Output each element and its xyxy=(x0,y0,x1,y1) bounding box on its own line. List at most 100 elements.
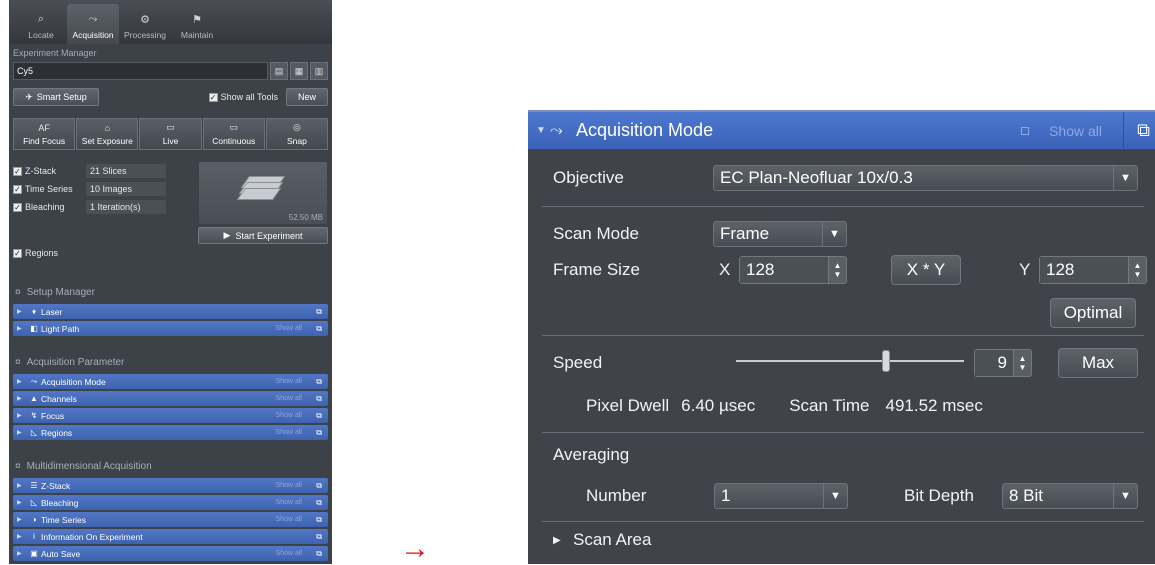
spin-arrows-icon[interactable]: ▲ ▼ xyxy=(1128,257,1146,283)
undock-icon[interactable]: ⧉ xyxy=(316,481,322,491)
acquire-toolbar: AF Find Focus ⌂ Set Exposure ▭ Live ▭ Co… xyxy=(13,118,329,150)
divider xyxy=(542,335,1144,336)
tool-bar-regions[interactable]: ▶ ◺ Regions Show all ⧉ xyxy=(13,425,328,440)
time-series-checkbox[interactable]: ✓ Time Series xyxy=(13,184,83,194)
tool-bar-acquisition-mode[interactable]: ▶ ⤳ Acquisition Mode Show all ⧉ xyxy=(13,374,328,389)
multidimensional-acquisition-title[interactable]: ¤ Multidimensional Acquisition xyxy=(9,456,332,476)
expand-arrow-icon[interactable]: ▶ xyxy=(17,412,27,419)
spin-arrows-icon[interactable]: ▲ ▼ xyxy=(828,257,846,283)
speed-stepper[interactable]: 9 ▲ ▼ xyxy=(974,349,1032,377)
tool-bar-channels[interactable]: ▶ ▲ Channels Show all ⧉ xyxy=(13,391,328,406)
tool-label: Auto Save xyxy=(41,548,81,559)
expand-arrow-icon[interactable]: ▶ xyxy=(17,325,27,332)
objective-dropdown[interactable]: EC Plan-Neofluar 10x/0.3 ▼ xyxy=(713,165,1138,191)
tool-bar-light-path[interactable]: ▶ ◧ Light Path Show all ⧉ xyxy=(13,321,328,336)
x-label: X xyxy=(719,260,731,279)
frame-y-stepper[interactable]: 128 ▲ ▼ xyxy=(1039,256,1147,284)
show-all-label[interactable]: Show all xyxy=(276,550,302,557)
dimension-value: 1 Iteration(s) xyxy=(86,200,166,214)
speed-slider-handle[interactable] xyxy=(882,350,891,372)
tool-bar-bleaching[interactable]: ▶ ◺ Bleaching Show all ⧉ xyxy=(13,495,328,510)
dimension-value: 10 Images xyxy=(86,182,166,196)
undock-icon[interactable]: ⧉ xyxy=(316,549,322,559)
tab-maintain[interactable]: ⚑ Maintain xyxy=(171,4,223,44)
bit-depth-label: Bit Depth xyxy=(904,486,974,505)
expand-arrow-icon[interactable]: ▶ xyxy=(553,535,573,546)
show-all-label[interactable]: Show all xyxy=(276,516,302,523)
expand-arrow-icon[interactable]: ▶ xyxy=(17,482,27,489)
z-stack-checkbox[interactable]: ✓ Z-Stack xyxy=(13,166,83,176)
tab-processing[interactable]: ⚙ Processing xyxy=(119,4,171,44)
tab-acquisition[interactable]: ⤳ Acquisition xyxy=(67,4,119,44)
show-all-label[interactable]: Show all xyxy=(276,412,302,419)
acquisition-mode-header[interactable]: ▼ ⤳ Acquisition Mode Show all ⧉ xyxy=(528,112,1155,150)
show-all-label[interactable]: Show all xyxy=(276,499,302,506)
expand-arrow-icon[interactable]: ▶ xyxy=(17,429,27,436)
undock-icon[interactable]: ⧉ xyxy=(316,428,322,438)
undock-icon[interactable]: ⧉ xyxy=(316,532,322,542)
expand-arrow-icon[interactable]: ▶ xyxy=(17,378,27,385)
tab-locate[interactable]: ⌕ Locate xyxy=(15,4,67,44)
stack-layers-icon xyxy=(236,176,287,206)
undock-icon[interactable]: ⧉ xyxy=(316,515,322,525)
setup-manager-list: ▶ ♦ Laser ⧉ ▶ ◧ Light Path Show all ⧉ xyxy=(9,304,332,336)
regions-checkbox[interactable]: ✓ Regions xyxy=(13,248,58,258)
show-all-label[interactable]: Show all xyxy=(276,378,302,385)
show-all-label[interactable]: Show all xyxy=(276,482,302,489)
expand-arrow-icon[interactable]: ▶ xyxy=(17,516,27,523)
setup-manager-title[interactable]: ¤ Setup Manager xyxy=(9,282,332,302)
tool-bar-laser[interactable]: ▶ ♦ Laser ⧉ xyxy=(13,304,328,319)
frame-x-stepper[interactable]: 128 ▲ ▼ xyxy=(739,256,847,284)
show-all-toggle[interactable]: Show all xyxy=(1021,123,1102,139)
continuous-button[interactable]: ▭ Continuous xyxy=(202,118,265,150)
speed-slider-track[interactable] xyxy=(736,360,964,362)
delete-icon[interactable]: ▥ xyxy=(310,62,328,80)
collapse-arrow-icon[interactable]: ▼ xyxy=(536,125,550,136)
undock-icon[interactable]: ⧉ xyxy=(316,377,322,387)
expand-arrow-icon[interactable]: ▶ xyxy=(17,533,27,540)
save-icon[interactable]: ▦ xyxy=(290,62,308,80)
tool-bar-time-series[interactable]: ▶ ◑ Time Series Show all ⧉ xyxy=(13,512,328,527)
tool-bar-focus[interactable]: ▶ ↯ Focus Show all ⧉ xyxy=(13,408,328,423)
scan-area-row[interactable]: ▶ Scan Area xyxy=(528,522,1155,558)
optimal-button[interactable]: Optimal xyxy=(1050,298,1136,328)
expand-arrow-icon[interactable]: ▶ xyxy=(17,395,27,402)
show-all-tools-checkbox[interactable]: ✓ Show all Tools xyxy=(208,92,278,102)
play-icon: ▶ xyxy=(223,230,231,240)
acquisition-parameter-title[interactable]: ¤ Acquisition Parameter xyxy=(9,352,332,372)
tool-bar-auto-save[interactable]: ▶ ▣ Auto Save Show all ⧉ xyxy=(13,546,328,561)
show-all-label[interactable]: Show all xyxy=(276,325,302,332)
bleaching-checkbox[interactable]: ✓ Bleaching xyxy=(13,202,83,212)
live-button[interactable]: ▭ Live xyxy=(139,118,202,150)
undock-icon[interactable]: ⧉ xyxy=(316,324,322,334)
dimension-z-stack: ✓ Z-Stack 21 Slices xyxy=(13,162,199,180)
show-all-label[interactable]: Show all xyxy=(276,395,302,402)
new-button[interactable]: New xyxy=(286,88,328,106)
expand-arrow-icon[interactable]: ▶ xyxy=(17,499,27,506)
undock-icon[interactable]: ⧉ xyxy=(316,307,322,317)
experiment-name-input[interactable] xyxy=(13,62,268,80)
scan-mode-dropdown[interactable]: Frame ▼ xyxy=(713,221,847,247)
start-experiment-label: Start Experiment xyxy=(235,230,303,241)
spin-arrows-icon[interactable]: ▲ ▼ xyxy=(1013,350,1031,376)
x-times-y-button[interactable]: X * Y xyxy=(891,255,961,285)
averaging-number-dropdown[interactable]: 1 ▼ xyxy=(714,483,848,509)
bit-depth-dropdown[interactable]: 8 Bit ▼ xyxy=(1002,483,1138,509)
tool-bar-information-on-experiment[interactable]: ▶ i Information On Experiment ⧉ xyxy=(13,529,328,544)
set-exposure-button[interactable]: ⌂ Set Exposure xyxy=(76,118,139,150)
smart-setup-button[interactable]: ✈ Smart Setup xyxy=(13,88,99,106)
undock-icon[interactable]: ⧉ xyxy=(1137,120,1150,141)
start-experiment-button[interactable]: ▶ Start Experiment xyxy=(198,227,328,244)
find-focus-button[interactable]: AF Find Focus xyxy=(13,118,76,150)
snap-button[interactable]: ◎ Snap xyxy=(265,118,329,150)
show-all-checkbox[interactable] xyxy=(1021,126,1030,135)
expand-arrow-icon[interactable]: ▶ xyxy=(17,308,27,315)
undock-icon[interactable]: ⧉ xyxy=(316,394,322,404)
max-button[interactable]: Max xyxy=(1058,348,1138,378)
tool-bar-z-stack[interactable]: ▶ ☰ Z-Stack Show all ⧉ xyxy=(13,478,328,493)
open-folder-icon[interactable]: ▤ xyxy=(270,62,288,80)
expand-arrow-icon[interactable]: ▶ xyxy=(17,550,27,557)
undock-icon[interactable]: ⧉ xyxy=(316,498,322,508)
show-all-label[interactable]: Show all xyxy=(276,429,302,436)
undock-icon[interactable]: ⧉ xyxy=(316,411,322,421)
